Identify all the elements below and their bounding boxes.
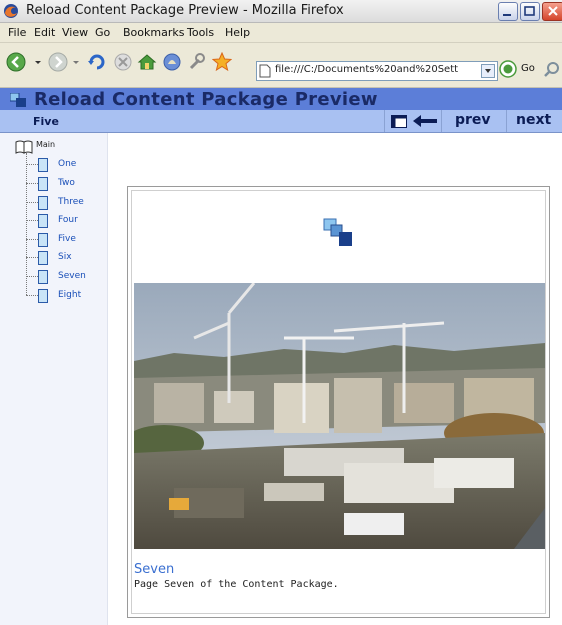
document-icon bbox=[38, 289, 48, 303]
toggle-tree-icon[interactable] bbox=[391, 115, 407, 128]
search-icon[interactable] bbox=[542, 59, 562, 79]
app-title: Reload Content Package Preview bbox=[34, 89, 378, 110]
menu-tools[interactable]: Tools bbox=[187, 26, 214, 39]
menu-bookmarks[interactable]: Bookmarks bbox=[123, 26, 184, 39]
document-icon bbox=[38, 251, 48, 265]
content-subheader: Five prev next bbox=[0, 110, 562, 133]
tree-branch bbox=[26, 276, 38, 277]
tree-branch bbox=[26, 295, 38, 296]
next-button[interactable]: next bbox=[506, 110, 562, 132]
tree-branch bbox=[26, 239, 38, 240]
close-icon bbox=[548, 6, 558, 16]
address-bar[interactable]: file:///C:/Documents%20and%20Sett bbox=[256, 61, 498, 81]
home-icon[interactable] bbox=[137, 52, 157, 72]
tree-branch bbox=[26, 220, 38, 221]
menu-go[interactable]: Go bbox=[95, 26, 110, 39]
address-input[interactable]: file:///C:/Documents%20and%20Sett bbox=[275, 64, 475, 75]
tree-item-label: Five bbox=[58, 234, 76, 244]
window-titlebar: Reload Content Package Preview - Mozilla… bbox=[0, 0, 562, 23]
maximize-button[interactable] bbox=[520, 2, 540, 21]
close-button[interactable] bbox=[542, 2, 562, 21]
tree-branch bbox=[26, 183, 38, 184]
forward-dropdown-icon[interactable] bbox=[71, 52, 81, 72]
menu-file[interactable]: File bbox=[8, 26, 26, 39]
tree-item-label: Two bbox=[58, 178, 75, 188]
page-description: Page Seven of the Content Package. bbox=[134, 579, 339, 590]
toolbar-icon-group bbox=[384, 110, 441, 132]
navigation-toolbar: file:///C:/Documents%20and%20Sett Go bbox=[0, 43, 562, 88]
go-icon[interactable] bbox=[498, 59, 518, 79]
document-icon bbox=[38, 233, 48, 247]
back-dropdown-icon[interactable] bbox=[33, 52, 43, 72]
document-icon bbox=[38, 270, 48, 284]
reload-icon[interactable] bbox=[87, 52, 107, 72]
window-title: Reload Content Package Preview - Mozilla… bbox=[26, 3, 344, 18]
tree-connector bbox=[26, 153, 27, 295]
back-arrow-icon[interactable] bbox=[412, 114, 438, 128]
document-icon bbox=[38, 196, 48, 210]
firefox-icon bbox=[4, 4, 18, 18]
tree-branch bbox=[26, 202, 38, 203]
reload-logo-icon bbox=[10, 93, 26, 107]
tree-branch bbox=[26, 164, 38, 165]
prev-label: prev bbox=[455, 112, 491, 128]
tree-item-label: Eight bbox=[58, 290, 82, 300]
tree-pane: Main bbox=[0, 133, 108, 625]
document-icon bbox=[38, 214, 48, 228]
minimize-icon bbox=[503, 14, 511, 16]
forward-icon[interactable] bbox=[48, 52, 68, 72]
page-title: Seven bbox=[134, 562, 175, 577]
menu-view[interactable]: View bbox=[62, 26, 88, 39]
back-icon[interactable] bbox=[6, 52, 26, 72]
document-icon bbox=[38, 177, 48, 191]
book-icon bbox=[15, 140, 33, 154]
app-header: Reload Content Package Preview bbox=[0, 88, 562, 110]
tree-item-label: Three bbox=[58, 197, 84, 207]
tree-item-label: Four bbox=[58, 215, 78, 225]
tree-root-label: Main bbox=[36, 140, 56, 149]
address-dropdown-icon[interactable] bbox=[481, 64, 495, 78]
tools-icon[interactable] bbox=[187, 52, 207, 72]
tree-item-label: Six bbox=[58, 252, 72, 262]
menu-edit[interactable]: Edit bbox=[34, 26, 55, 39]
tree-branch bbox=[26, 257, 38, 258]
content-logo-icon bbox=[323, 218, 352, 246]
next-label: next bbox=[516, 112, 552, 128]
star-icon[interactable] bbox=[212, 52, 232, 72]
menu-bar: File Edit View Go Bookmarks Tools Help bbox=[0, 23, 562, 43]
tree-item-label: Seven bbox=[58, 271, 86, 281]
document-icon bbox=[38, 158, 48, 172]
maximize-icon bbox=[524, 6, 535, 16]
bookmark-manager-icon[interactable] bbox=[162, 52, 182, 72]
menu-help[interactable]: Help bbox=[225, 26, 250, 39]
stop-icon[interactable] bbox=[113, 52, 133, 72]
go-label[interactable]: Go bbox=[521, 63, 535, 74]
minimize-button[interactable] bbox=[498, 2, 518, 21]
construction-site-photo bbox=[134, 283, 545, 549]
current-item-label: Five bbox=[33, 115, 59, 128]
tree-item-label: One bbox=[58, 159, 77, 169]
prev-button[interactable]: prev bbox=[441, 110, 506, 132]
page-icon bbox=[259, 64, 271, 78]
